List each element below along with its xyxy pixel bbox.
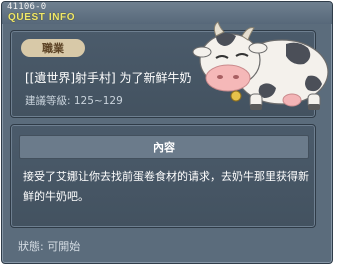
window-title: QUEST INFO <box>8 12 76 23</box>
quest-id: 41106-0 <box>7 2 47 12</box>
quest-content-panel: 內容 接受了艾娜让你去找前蛋卷食材的请求，去奶牛那里获得新鲜的牛奶吧。 <box>10 124 316 228</box>
cow-illustration-icon <box>192 21 329 110</box>
quest-category-badge: 職業 <box>21 39 85 57</box>
quest-description: 接受了艾娜让你去找前蛋卷食材的请求，去奶牛那里获得新鲜的牛奶吧。 <box>23 170 309 203</box>
quest-status: 狀態: 可開始 <box>18 240 81 253</box>
quest-name: [[遺世界]射手村] 为了新鲜牛奶 <box>25 71 192 85</box>
content-header: 內容 <box>19 135 309 159</box>
recommended-level: 建議等級: 125~129 <box>25 95 123 107</box>
